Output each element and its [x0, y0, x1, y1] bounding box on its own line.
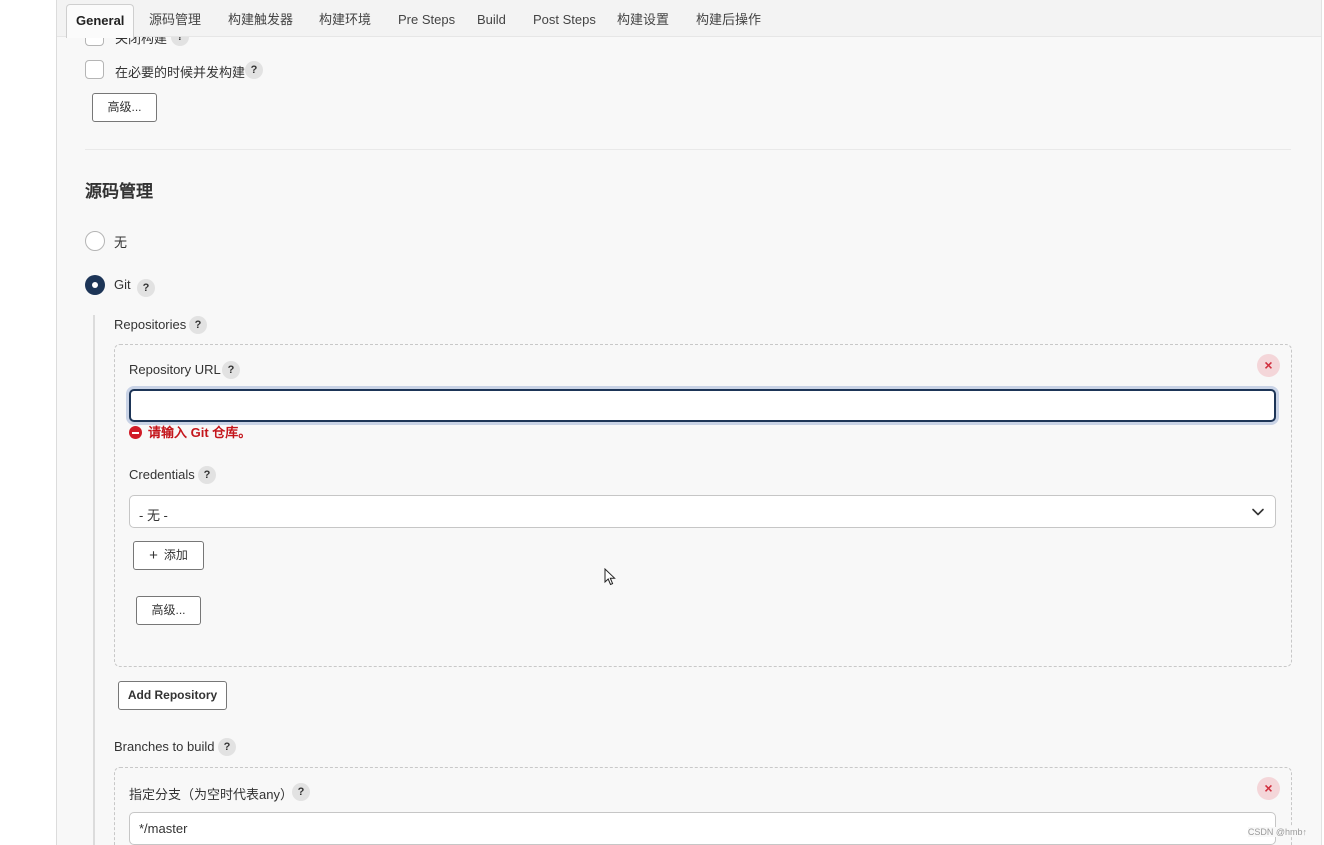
scm-none-label: 无	[114, 235, 128, 250]
tab-build-settings[interactable]: 构建设置	[617, 0, 669, 37]
branches-help-icon[interactable]: ?	[218, 738, 236, 756]
scm-git-radio[interactable]	[85, 275, 105, 295]
repository-advanced-button[interactable]: 高级...	[136, 596, 201, 625]
plus-icon: +	[149, 547, 158, 564]
branch-specifier-input[interactable]	[129, 812, 1276, 845]
credentials-selected-value: - 无 -	[139, 508, 168, 523]
concurrent-build-checkbox[interactable]	[85, 60, 104, 79]
credentials-help-icon[interactable]: ?	[198, 466, 216, 484]
delete-repository-close-icon[interactable]: ×	[1257, 354, 1280, 377]
watermark: CSDN @hmb↑	[1247, 827, 1307, 837]
repository-url-label: Repository URL	[129, 362, 221, 377]
config-page: General 源码管理 构建触发器 构建环境 Pre Steps Build …	[57, 0, 1321, 845]
tab-post-build-actions[interactable]: 构建后操作	[696, 0, 761, 37]
tab-general[interactable]: General	[66, 4, 135, 38]
repositories-help-icon[interactable]: ?	[189, 316, 207, 334]
tab-build-environment[interactable]: 构建环境	[319, 0, 371, 37]
add-credentials-button[interactable]: + 添加	[133, 541, 204, 570]
tab-scm[interactable]: 源码管理	[149, 0, 201, 37]
branches-to-build-label: Branches to build	[114, 739, 215, 754]
add-repository-button[interactable]: Add Repository	[118, 681, 227, 710]
branch-specifier-label: 指定分支（为空时代表any）	[129, 787, 293, 802]
tab-build[interactable]: Build	[477, 0, 506, 37]
section-divider	[85, 149, 1291, 150]
repositories-label: Repositories	[114, 317, 187, 332]
repository-url-help-icon[interactable]: ?	[222, 361, 240, 379]
concurrent-build-label: 在必要的时候并发构建	[115, 65, 246, 80]
concurrent-build-help-icon[interactable]: ?	[245, 61, 263, 79]
repository-url-error-text: 请输入 Git 仓库。	[148, 425, 252, 440]
credentials-select[interactable]: - 无 -	[129, 495, 1276, 528]
chevron-down-icon	[1251, 505, 1265, 522]
left-gutter	[0, 0, 57, 845]
tab-pre-steps[interactable]: Pre Steps	[398, 0, 455, 37]
git-help-icon[interactable]: ?	[137, 279, 155, 297]
add-credentials-label: 添加	[163, 548, 188, 562]
scm-section-title: 源码管理	[85, 182, 153, 201]
general-advanced-button[interactable]: 高级...	[92, 93, 157, 122]
scm-git-label: Git	[114, 277, 131, 292]
scm-none-radio[interactable]	[85, 231, 105, 251]
credentials-label: Credentials	[129, 467, 195, 482]
branch-specifier-help-icon[interactable]: ?	[292, 783, 310, 801]
section-tab-bar: General 源码管理 构建触发器 构建环境 Pre Steps Build …	[57, 0, 1321, 38]
repository-url-input[interactable]	[129, 389, 1276, 422]
tab-post-steps[interactable]: Post Steps	[533, 0, 596, 37]
error-icon	[129, 426, 142, 439]
tab-build-triggers[interactable]: 构建触发器	[228, 0, 293, 37]
mouse-cursor-icon	[604, 567, 616, 589]
repository-url-error: 请输入 Git 仓库。	[129, 422, 251, 441]
git-options-indent-line	[93, 315, 95, 845]
delete-branch-close-icon[interactable]: ×	[1257, 777, 1280, 800]
